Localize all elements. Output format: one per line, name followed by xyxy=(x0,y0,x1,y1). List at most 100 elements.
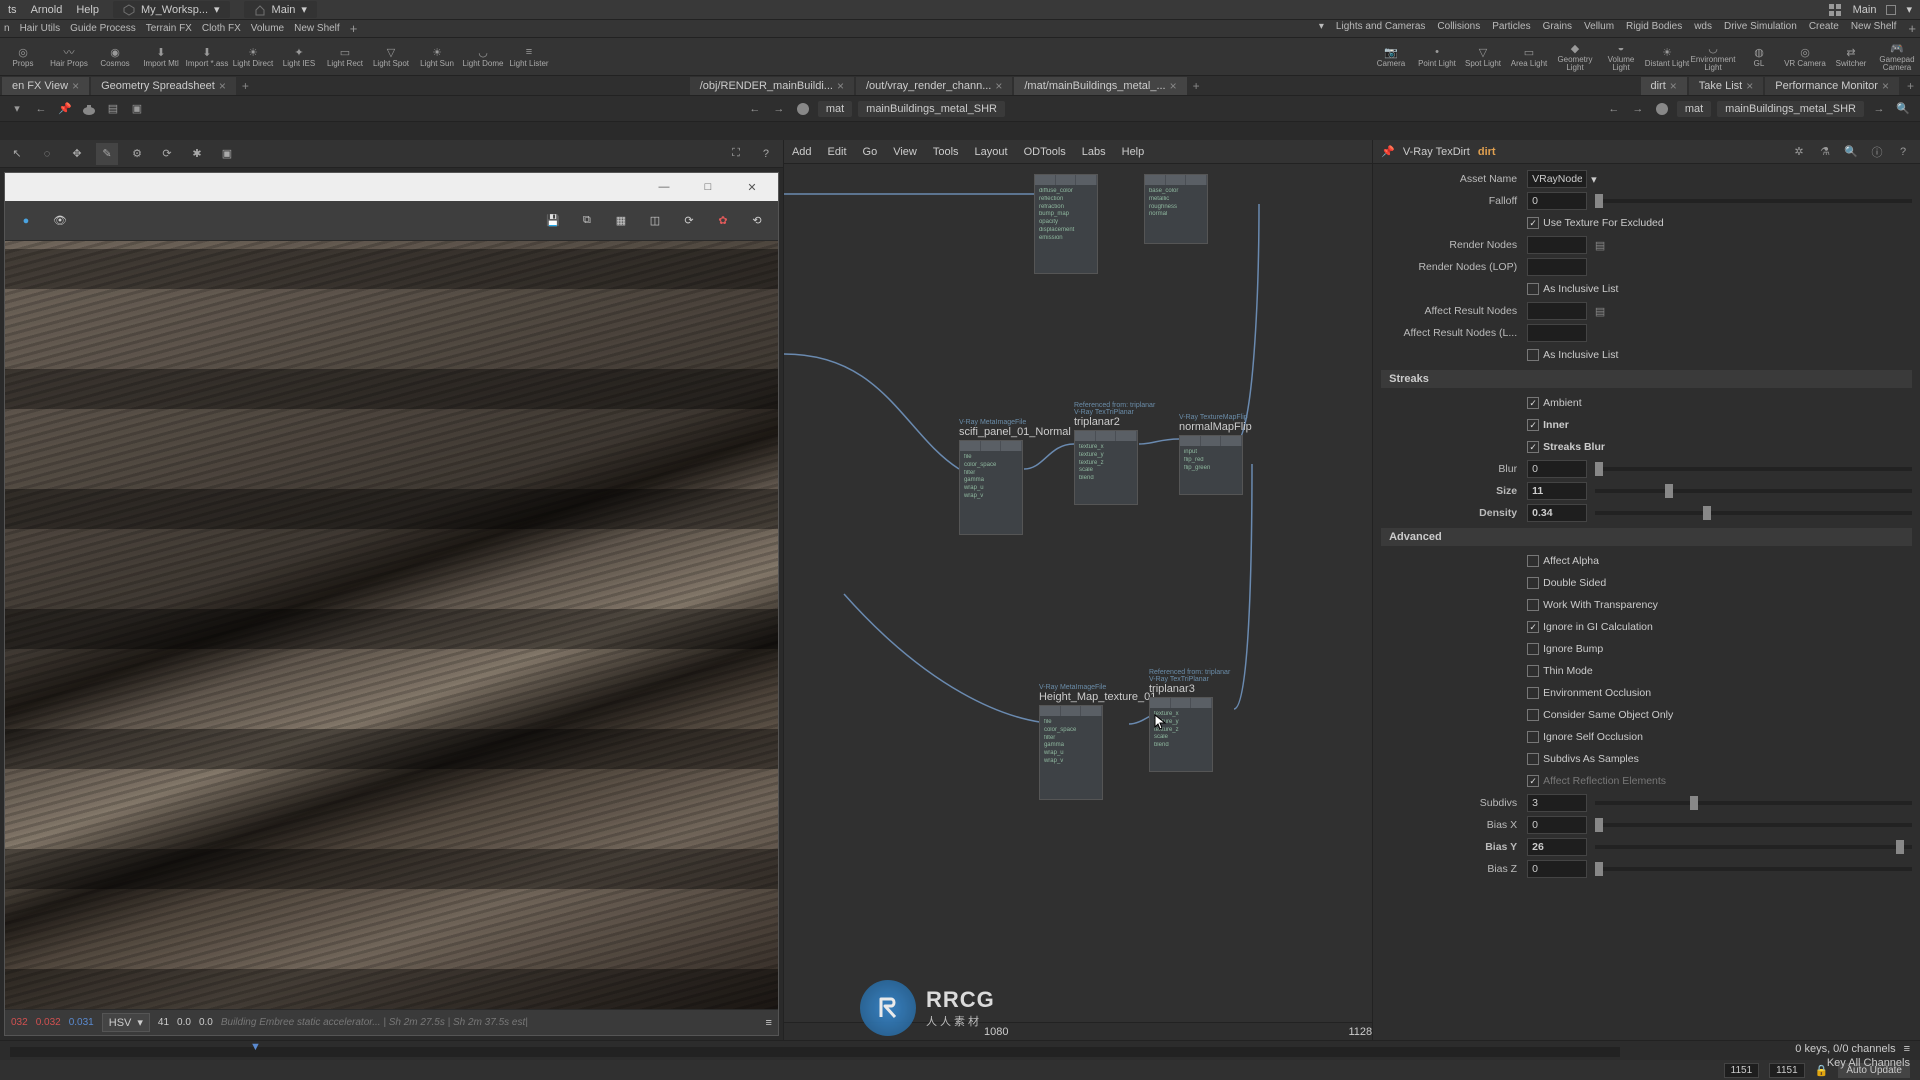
bias-y-input[interactable] xyxy=(1527,838,1587,856)
timeline[interactable]: ▼ 0 keys, 0/0 channels≡ Key All Channels xyxy=(0,1041,1920,1060)
nav-fwd-icon[interactable]: → xyxy=(1870,100,1888,118)
menu-view[interactable]: View xyxy=(893,146,917,158)
list-icon[interactable]: ≡ xyxy=(1904,1043,1910,1055)
close-tab-icon[interactable]: × xyxy=(1746,79,1753,93)
layers-icon[interactable]: ▤ xyxy=(104,100,122,118)
menu-ts[interactable]: ts xyxy=(8,4,17,16)
shelf-item[interactable]: ◎Props xyxy=(0,38,46,75)
shelf-item[interactable]: ☀Light Sun xyxy=(414,38,460,75)
shelf-item[interactable]: •Point Light xyxy=(1414,38,1460,75)
gear-icon[interactable]: ✲ xyxy=(1790,143,1808,161)
playhead-icon[interactable]: ▼ xyxy=(250,1041,260,1055)
shelf-tab[interactable]: New Shelf xyxy=(294,23,340,34)
streaks-blur-checkbox[interactable]: ✓ xyxy=(1527,441,1539,453)
shelf-tab[interactable]: Vellum xyxy=(1584,21,1614,36)
close-button[interactable]: ✕ xyxy=(732,176,772,198)
gear-icon[interactable]: ⚙ xyxy=(126,143,148,165)
menu-help[interactable]: Help xyxy=(1122,146,1145,158)
breadcrumb[interactable]: mat xyxy=(1677,101,1711,117)
nav-back-icon[interactable]: ← xyxy=(746,100,764,118)
menu-edit[interactable]: Edit xyxy=(828,146,847,158)
inclusive-list-checkbox[interactable] xyxy=(1527,283,1539,295)
panel-tab[interactable]: dirt× xyxy=(1641,77,1687,95)
graph-node[interactable]: diffuse_colorreflectionrefractionbump_ma… xyxy=(1034,174,1098,274)
shelf-tab[interactable]: Volume xyxy=(251,23,284,34)
help-icon[interactable]: ? xyxy=(1894,143,1912,161)
grid-icon[interactable] xyxy=(1829,4,1843,16)
bias-z-slider[interactable] xyxy=(1595,867,1912,871)
palette-icon[interactable] xyxy=(1653,100,1671,118)
shelf-item[interactable]: ☀Distant Light xyxy=(1644,38,1690,75)
shelf-item[interactable]: ▭Area Light xyxy=(1506,38,1552,75)
blur-input[interactable] xyxy=(1527,460,1587,478)
size-input[interactable] xyxy=(1527,482,1587,500)
shelf-item[interactable]: ◒Volume Light xyxy=(1598,38,1644,75)
shelf-item[interactable]: ◉Cosmos xyxy=(92,38,138,75)
nav-back-icon[interactable]: ← xyxy=(1605,100,1623,118)
graph-node[interactable]: texture_xtexture_ytexture_zscaleblend xyxy=(1074,430,1138,505)
select-tool-icon[interactable]: ↖ xyxy=(6,143,28,165)
shelf-item[interactable]: ⬇Import *.ass xyxy=(184,38,230,75)
workspace-selector[interactable]: My_Worksp... ▾ xyxy=(113,1,230,18)
maximize-icon[interactable] xyxy=(1886,5,1896,15)
menu-arnold[interactable]: Arnold xyxy=(31,4,63,16)
panel-tab[interactable]: /mat/mainBuildings_metal_...× xyxy=(1014,77,1186,95)
shelf-item[interactable]: ▽Light Spot xyxy=(368,38,414,75)
frame-field[interactable]: 1151 xyxy=(1724,1063,1760,1078)
bias-y-slider[interactable] xyxy=(1595,845,1912,849)
history-icon[interactable]: ⟲ xyxy=(744,208,770,234)
key-all-label[interactable]: Key All Channels xyxy=(1827,1057,1910,1069)
region-icon[interactable]: ▦ xyxy=(608,208,634,234)
close-tab-icon[interactable]: × xyxy=(995,79,1002,93)
shelf-item[interactable]: ☀Light Direct xyxy=(230,38,276,75)
close-tab-icon[interactable]: × xyxy=(1670,79,1677,93)
shelf-tab[interactable]: New Shelf xyxy=(1851,21,1897,36)
panel-tab[interactable]: /out/vray_render_chann...× xyxy=(856,77,1012,95)
shelf-tab[interactable]: Collisions xyxy=(1437,21,1480,36)
filter-icon[interactable]: ⚗ xyxy=(1816,143,1834,161)
shelf-item[interactable]: ◡Light Dome xyxy=(460,38,506,75)
palette-icon[interactable] xyxy=(794,100,812,118)
ambient-checkbox[interactable]: ✓ xyxy=(1527,397,1539,409)
minimize-button[interactable]: — xyxy=(644,176,684,198)
affect-alpha-checkbox[interactable] xyxy=(1527,555,1539,567)
picker-icon[interactable]: ▤ xyxy=(1591,302,1609,320)
shelf-item[interactable]: ▭Light Rect xyxy=(322,38,368,75)
panel-tab[interactable]: /obj/RENDER_mainBuildi...× xyxy=(690,77,854,95)
add-shelf-button[interactable]: + xyxy=(1908,21,1916,36)
menu-go[interactable]: Go xyxy=(863,146,878,158)
info-icon[interactable]: ⓘ xyxy=(1868,143,1886,161)
shelf-tab[interactable]: Hair Utils xyxy=(20,23,61,34)
shelf-tab[interactable]: Grains xyxy=(1543,21,1572,36)
menu-labs[interactable]: Labs xyxy=(1082,146,1106,158)
shelf-item[interactable]: ◆Geometry Light xyxy=(1552,38,1598,75)
chevron-down-icon[interactable]: ▾ xyxy=(1591,173,1597,186)
teapot-icon[interactable] xyxy=(80,100,98,118)
shelf-tab[interactable]: Cloth FX xyxy=(202,23,241,34)
shelf-item[interactable]: ◍GL xyxy=(1736,38,1782,75)
bias-z-input[interactable] xyxy=(1527,860,1587,878)
lasso-tool-icon[interactable]: ◌ xyxy=(36,143,58,165)
menu-odtools[interactable]: ODTools xyxy=(1024,146,1066,158)
affect-result-lop-input[interactable] xyxy=(1527,324,1587,342)
subdivs-samples-checkbox[interactable] xyxy=(1527,753,1539,765)
thin-mode-checkbox[interactable] xyxy=(1527,665,1539,677)
ignore-self-checkbox[interactable] xyxy=(1527,731,1539,743)
pin-icon[interactable]: 📌 xyxy=(1381,145,1395,158)
affect-reflection-checkbox[interactable]: ✓ xyxy=(1527,775,1539,787)
compare-icon[interactable]: ◫ xyxy=(642,208,668,234)
graph-node[interactable]: texture_xtexture_ytexture_zscaleblend xyxy=(1149,697,1213,772)
nav-fwd-icon[interactable]: → xyxy=(1629,100,1647,118)
bias-x-input[interactable] xyxy=(1527,816,1587,834)
dropdown-icon[interactable]: ▾ xyxy=(8,100,26,118)
graph-node[interactable]: base_colormetallicroughnessnormal xyxy=(1144,174,1208,244)
shelf-tab[interactable]: wds xyxy=(1694,21,1712,36)
shelf-item[interactable]: ≡Light Lister xyxy=(506,38,552,75)
panel-tab[interactable]: Performance Monitor× xyxy=(1765,77,1899,95)
brush-tool-icon[interactable]: ✎ xyxy=(96,143,118,165)
work-transparency-checkbox[interactable] xyxy=(1527,599,1539,611)
render-button-icon[interactable]: ● xyxy=(13,208,39,234)
maximize-button[interactable]: □ xyxy=(688,176,728,198)
shelf-item[interactable]: 📷Camera xyxy=(1368,38,1414,75)
bug-icon[interactable]: ✱ xyxy=(186,143,208,165)
